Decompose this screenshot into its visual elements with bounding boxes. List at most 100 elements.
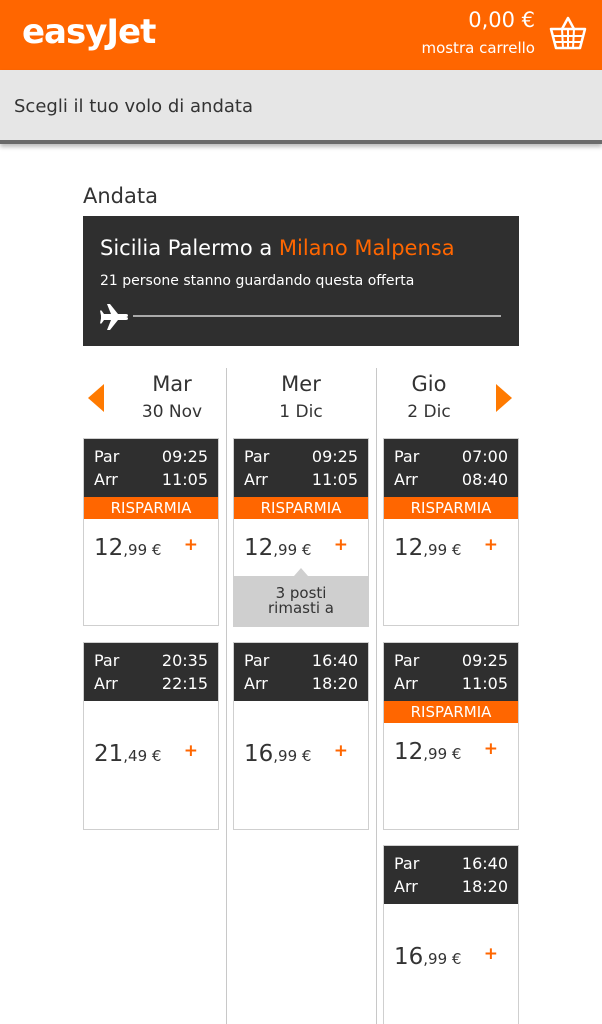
flight-card[interactable]: Par 09:25 Arr 11:05 RISPARMIA 12,99 € +: [83, 438, 219, 626]
flight-times: Par 16:40 Arr 18:20: [234, 643, 368, 701]
route-destination: Milano Malpensa: [278, 236, 455, 260]
price-cents: ,99 €: [423, 950, 462, 968]
departure-time: 09:25: [161, 447, 208, 466]
arrival-label: Arr: [94, 470, 118, 489]
arrival-label: Arr: [394, 877, 418, 896]
flight-price: 12,99 €: [94, 535, 161, 561]
promo-badge: RISPARMIA: [384, 701, 518, 723]
page-header: Scegli il tuo volo di andata: [0, 70, 602, 144]
flight-times: Par 16:40 Arr 18:20: [384, 846, 518, 904]
arrival-label: Arr: [394, 470, 418, 489]
day-header-wed[interactable]: Mer 1 Dic: [233, 370, 369, 422]
flight-card[interactable]: Par 20:35 Arr 22:15 21,49 € +: [83, 642, 219, 830]
page-title: Scegli il tuo volo di andata: [14, 96, 254, 117]
arrival-time: 22:15: [161, 674, 208, 693]
arrival-time: 18:20: [311, 674, 358, 693]
price-cents: ,99 €: [273, 747, 312, 765]
flight-times: Par 09:25 Arr 11:05: [384, 643, 518, 701]
arrival-time: 11:05: [161, 470, 208, 489]
flight-card[interactable]: Par 16:40 Arr 18:20 16,99 € +: [233, 642, 369, 830]
price-cents: ,99 €: [273, 541, 312, 559]
price-main: 12: [244, 535, 274, 561]
route-title: Sicilia Palermo a Milano Malpensa: [100, 236, 455, 260]
day-date: 30 Nov: [141, 402, 203, 422]
add-flight-icon[interactable]: +: [484, 535, 498, 555]
route-progress-line: [133, 315, 501, 317]
departure-label: Par: [94, 447, 120, 466]
departure-time: 16:40: [311, 651, 358, 670]
seats-line: rimasti a: [268, 599, 334, 617]
departure-label: Par: [94, 651, 120, 670]
day-name: Gio: [411, 372, 447, 396]
plane-icon: [100, 304, 128, 330]
price-main: 16: [394, 944, 424, 970]
departure-time: 09:25: [311, 447, 358, 466]
section-label: Andata: [83, 184, 158, 208]
arrival-time: 11:05: [311, 470, 358, 489]
flight-price: 12,99 €: [394, 739, 461, 765]
arrow-left-icon[interactable]: [88, 384, 104, 412]
flight-card[interactable]: Par 16:40 Arr 18:20 16,99 € +: [383, 845, 519, 1024]
promo-badge: RISPARMIA: [384, 497, 518, 519]
flight-card[interactable]: Par 09:25 Arr 11:05 RISPARMIA 12,99 € +: [233, 438, 369, 578]
add-flight-icon[interactable]: +: [334, 741, 348, 761]
flight-card[interactable]: Par 07:00 Arr 08:40 RISPARMIA 12,99 € +: [383, 438, 519, 626]
flight-price: 16,99 €: [244, 741, 311, 767]
flight-times: Par 07:00 Arr 08:40: [384, 439, 518, 497]
departure-time: 20:35: [161, 651, 208, 670]
arrow-right-icon[interactable]: [496, 384, 512, 412]
column-divider: [226, 368, 227, 1024]
add-flight-icon[interactable]: +: [484, 944, 498, 964]
arrival-time: 11:05: [461, 674, 508, 693]
flight-price: 21,49 €: [94, 741, 161, 767]
add-flight-icon[interactable]: +: [184, 535, 198, 555]
departure-time: 09:25: [461, 651, 508, 670]
flight-times: Par 09:25 Arr 11:05: [234, 439, 368, 497]
day-name: Mer: [281, 372, 321, 396]
promo-badge: RISPARMIA: [234, 497, 368, 519]
day-date: 2 Dic: [407, 402, 451, 422]
departure-label: Par: [394, 447, 420, 466]
departure-label: Par: [244, 651, 270, 670]
arrival-label: Arr: [244, 674, 268, 693]
departure-label: Par: [394, 854, 420, 873]
column-divider: [376, 368, 377, 1024]
arrival-label: Arr: [244, 470, 268, 489]
seats-remaining-notice: 3 posti rimasti a: [233, 568, 369, 627]
flight-price: 16,99 €: [394, 944, 461, 970]
departure-label: Par: [244, 447, 270, 466]
flight-times: Par 09:25 Arr 11:05: [84, 439, 218, 497]
flight-price: 12,99 €: [244, 535, 311, 561]
top-bar: easyJet 0,00 € mostra carrello: [0, 0, 602, 70]
price-main: 16: [244, 741, 274, 767]
price-main: 12: [394, 739, 424, 765]
add-flight-icon[interactable]: +: [484, 739, 498, 759]
departure-time: 07:00: [461, 447, 508, 466]
price-main: 12: [94, 535, 124, 561]
add-flight-icon[interactable]: +: [184, 741, 198, 761]
basket-icon[interactable]: [548, 14, 588, 54]
price-cents: ,99 €: [423, 541, 462, 559]
route-summary: Sicilia Palermo a Milano Malpensa 21 per…: [83, 216, 519, 346]
promo-badge: RISPARMIA: [84, 497, 218, 519]
price-cents: ,99 €: [423, 745, 462, 763]
day-date: 1 Dic: [279, 402, 323, 422]
flight-card[interactable]: Par 09:25 Arr 11:05 RISPARMIA 12,99 € +: [383, 642, 519, 830]
departure-label: Par: [394, 651, 420, 670]
departure-time: 16:40: [461, 854, 508, 873]
day-name: Mar: [152, 372, 192, 396]
price-main: 21: [94, 741, 124, 767]
price-main: 12: [394, 535, 424, 561]
viewers-notice: 21 persone stanno guardando questa offer…: [100, 273, 415, 289]
cart-total[interactable]: 0,00 €: [468, 8, 535, 32]
arrival-time: 08:40: [461, 470, 508, 489]
easyjet-logo[interactable]: easyJet: [22, 12, 156, 52]
add-flight-icon[interactable]: +: [334, 535, 348, 555]
arrival-label: Arr: [394, 674, 418, 693]
day-header-tue[interactable]: Mar 30 Nov: [104, 370, 240, 422]
show-cart-link[interactable]: mostra carrello: [421, 39, 535, 57]
flight-times: Par 20:35 Arr 22:15: [84, 643, 218, 701]
price-cents: ,99 €: [123, 541, 162, 559]
day-header-thu[interactable]: Gio 2 Dic: [361, 370, 497, 422]
route-origin: Sicilia Palermo a: [100, 236, 279, 260]
